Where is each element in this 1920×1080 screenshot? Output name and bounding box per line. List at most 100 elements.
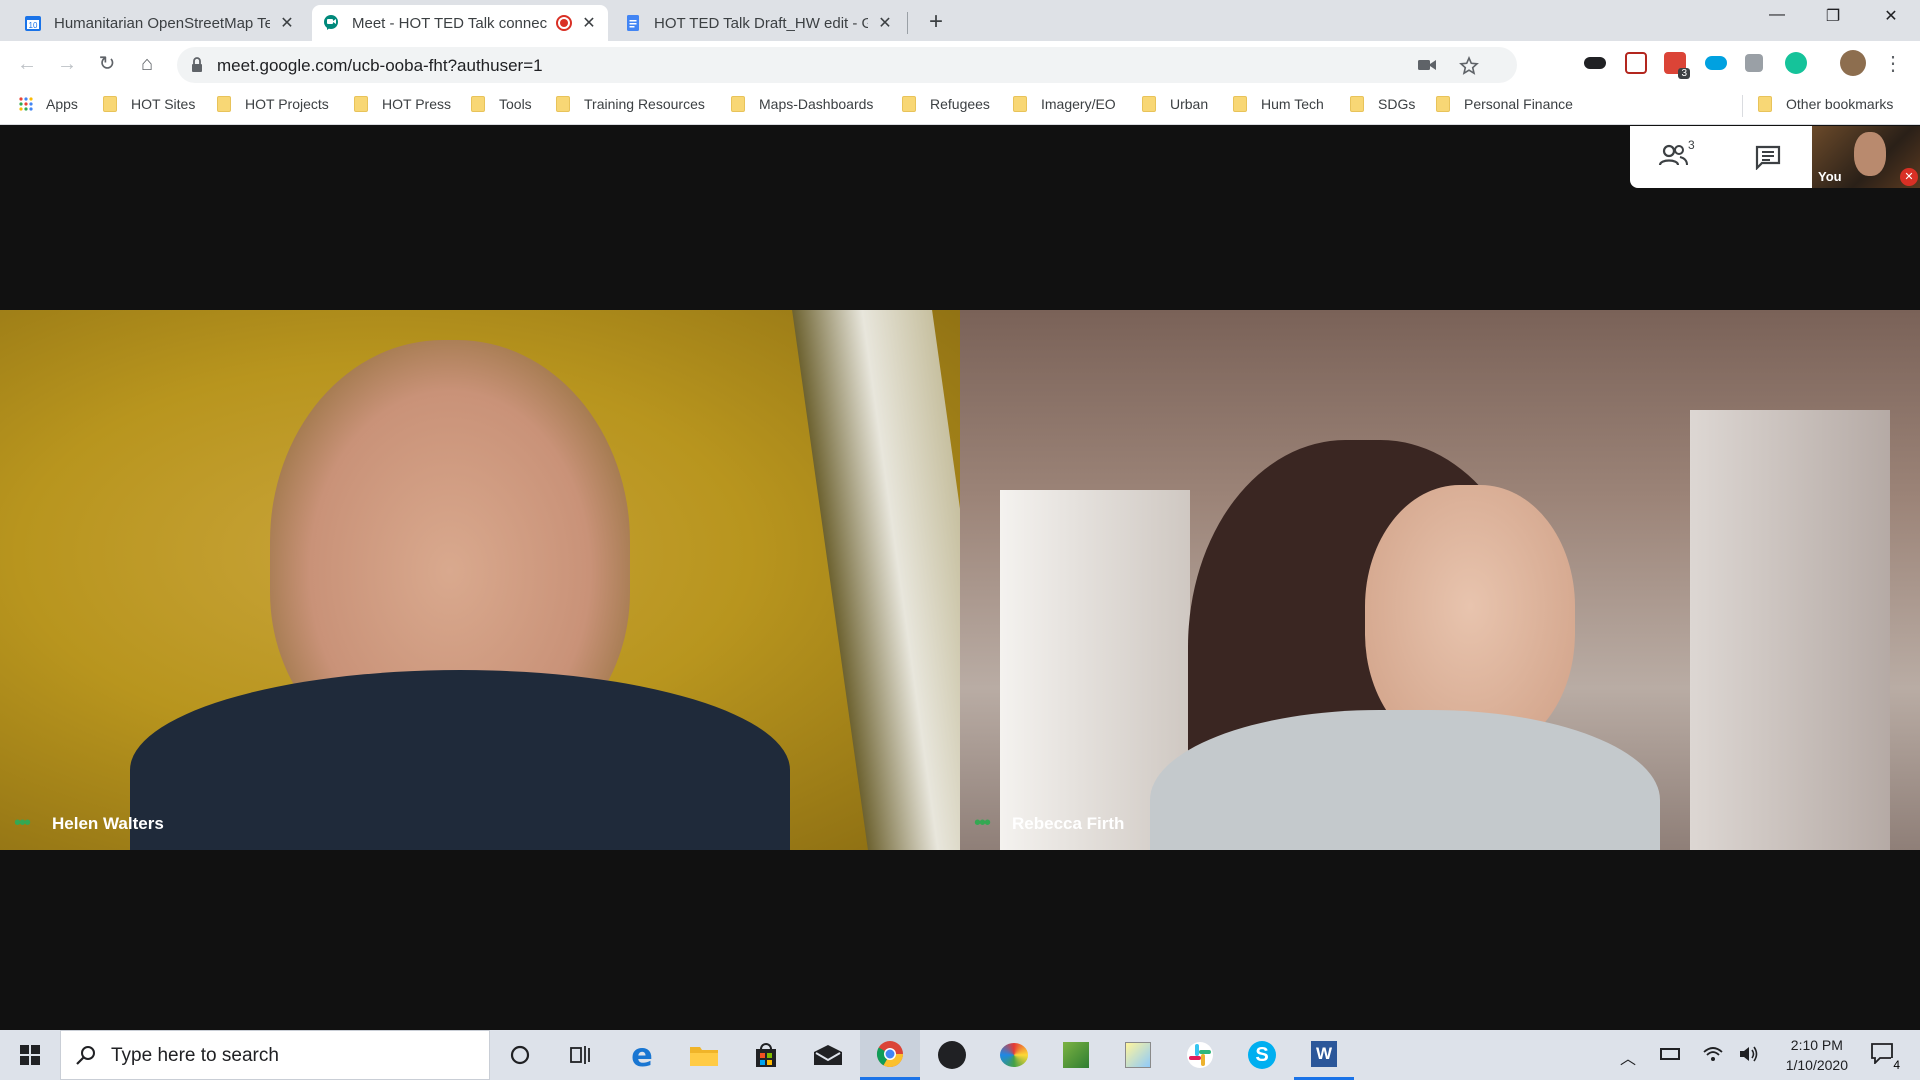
folder-icon <box>1142 96 1156 112</box>
people-icon <box>1658 144 1688 166</box>
windows-logo-icon <box>20 1045 40 1065</box>
file-explorer-app[interactable] <box>674 1030 734 1080</box>
folder-icon <box>556 96 570 112</box>
participant-tile[interactable]: ••• Rebecca Firth <box>960 310 1920 850</box>
bookmark-folder[interactable]: Urban <box>1142 96 1208 112</box>
extension-badge-icon[interactable]: 3 <box>1664 52 1690 79</box>
app-bw-logo[interactable] <box>922 1030 982 1080</box>
people-button[interactable]: 3 <box>1658 138 1698 172</box>
edge-icon: e <box>631 1036 653 1074</box>
wardrobe-background-image <box>1690 410 1890 850</box>
folder-icon <box>731 96 745 112</box>
new-tab-button[interactable]: + <box>922 8 950 36</box>
bookmark-folder[interactable]: Imagery/EO <box>1013 96 1116 112</box>
reload-icon[interactable]: ↻ <box>94 51 120 77</box>
chat-button[interactable] <box>1754 144 1782 175</box>
close-window-icon[interactable]: ✕ <box>1876 6 1906 26</box>
bookmark-label: Training Resources <box>584 96 705 112</box>
clock-date: 1/10/2020 <box>1785 1057 1848 1073</box>
bookmark-folder[interactable]: Hum Tech <box>1233 96 1324 112</box>
bookmark-folder[interactable]: Maps-Dashboards <box>731 96 873 112</box>
participant-count: 3 <box>1688 138 1695 152</box>
bookmark-folder[interactable]: Refugees <box>902 96 990 112</box>
acrobat-extension-icon[interactable] <box>1625 52 1647 74</box>
bookmark-folder[interactable]: HOT Projects <box>217 96 329 112</box>
grammarly-extension-icon[interactable] <box>1785 52 1807 74</box>
bookmark-folder[interactable]: HOT Sites <box>103 96 195 112</box>
cortana-button[interactable] <box>490 1030 550 1080</box>
incognito-extension-icon[interactable] <box>1584 57 1606 69</box>
volume-icon[interactable] <box>1738 1044 1760 1064</box>
paint-app[interactable] <box>984 1030 1044 1080</box>
home-icon[interactable]: ⌂ <box>134 51 160 77</box>
close-tab-icon[interactable]: ✕ <box>278 13 296 33</box>
camera-icon[interactable] <box>1417 56 1437 74</box>
meet-icon <box>324 15 338 30</box>
edge-app[interactable]: e <box>612 1030 672 1080</box>
bookmark-label: Urban <box>1170 96 1209 112</box>
image-editor-icon <box>1063 1042 1089 1068</box>
bookmark-apps[interactable]: Apps <box>18 96 78 112</box>
chrome-app[interactable] <box>860 1030 920 1080</box>
self-view-thumbnail[interactable]: You ✕ <box>1812 126 1920 188</box>
tab-meet[interactable]: Meet - HOT TED Talk connec ✕ <box>312 5 608 41</box>
bookmark-folder[interactable]: Tools <box>471 96 532 112</box>
participant-tile[interactable]: ••• Helen Walters <box>0 310 960 850</box>
address-bar[interactable]: meet.google.com/ucb-ooba-fht?authuser=1 <box>177 47 1517 83</box>
search-icon <box>76 1046 95 1065</box>
tab-title: Humanitarian OpenStreetMap Te <box>54 14 270 32</box>
battery-icon[interactable] <box>1660 1048 1680 1060</box>
wifi-icon[interactable] <box>1702 1044 1724 1064</box>
bookmark-label: Imagery/EO <box>1041 96 1116 112</box>
bookmark-folder[interactable]: SDGs <box>1350 96 1415 112</box>
audio-indicator-icon: ••• <box>14 812 31 834</box>
salesforce-extension-icon[interactable] <box>1705 56 1727 70</box>
mail-app[interactable] <box>798 1030 858 1080</box>
word-app[interactable]: W <box>1294 1030 1354 1080</box>
b-extension-icon[interactable] <box>1745 54 1763 72</box>
other-bookmarks[interactable]: Other bookmarks <box>1758 96 1893 112</box>
bookmark-label: Personal Finance <box>1464 96 1573 112</box>
taskbar-search-box[interactable]: Type here to search <box>60 1030 490 1080</box>
star-bookmark-icon[interactable] <box>1459 56 1479 76</box>
tab-docs[interactable]: HOT TED Talk Draft_HW edit - Go ✕ <box>614 5 904 41</box>
forward-arrow-icon[interactable]: → <box>54 51 80 77</box>
close-tab-icon[interactable]: ✕ <box>580 13 598 33</box>
action-center-button[interactable]: 4 <box>1870 1042 1902 1072</box>
bookmark-label: Other bookmarks <box>1786 96 1894 112</box>
back-arrow-icon[interactable]: ← <box>14 51 40 77</box>
close-tab-icon[interactable]: ✕ <box>876 13 894 33</box>
bookmark-folder[interactable]: HOT Press <box>354 96 451 112</box>
maps-app[interactable] <box>1108 1030 1168 1080</box>
system-clock[interactable]: 2:10 PM 1/10/2020 <box>1786 1035 1848 1075</box>
bookmark-label: HOT Projects <box>245 96 329 112</box>
task-view-button[interactable] <box>550 1030 610 1080</box>
bookmark-folder[interactable]: Training Resources <box>556 96 705 112</box>
kebab-menu-icon[interactable]: ⋮ <box>1880 51 1906 77</box>
start-button[interactable] <box>0 1030 60 1080</box>
store-icon <box>756 1043 776 1067</box>
minimize-window-icon[interactable]: — <box>1762 6 1792 24</box>
folder-icon <box>471 96 485 112</box>
mic-muted-icon: ✕ <box>1900 168 1918 186</box>
folder-icon <box>902 96 916 112</box>
skype-app[interactable]: S <box>1232 1030 1292 1080</box>
window-background-image <box>792 310 960 850</box>
maps-icon <box>1125 1042 1151 1068</box>
clock-time: 2:10 PM <box>1790 1037 1843 1053</box>
tab-calendar[interactable]: 10 Humanitarian OpenStreetMap Te ✕ <box>14 5 306 41</box>
folder-icon <box>1436 96 1450 112</box>
image-app[interactable] <box>1046 1030 1106 1080</box>
tray-chevron-up-icon[interactable]: ︿ <box>1620 1045 1636 1069</box>
folder-icon <box>1350 96 1364 112</box>
mail-icon <box>814 1045 842 1065</box>
restore-window-icon[interactable]: ❐ <box>1818 6 1848 26</box>
store-app[interactable] <box>736 1030 796 1080</box>
slack-app[interactable] <box>1170 1030 1230 1080</box>
bookmark-folder[interactable]: Personal Finance <box>1436 96 1573 112</box>
bookmark-label: Maps-Dashboards <box>759 96 874 112</box>
self-label: You <box>1818 169 1842 184</box>
profile-avatar[interactable] <box>1840 50 1866 76</box>
url-text: meet.google.com/ucb-ooba-fht?authuser=1 <box>217 56 543 75</box>
recording-indicator-icon <box>556 15 572 31</box>
